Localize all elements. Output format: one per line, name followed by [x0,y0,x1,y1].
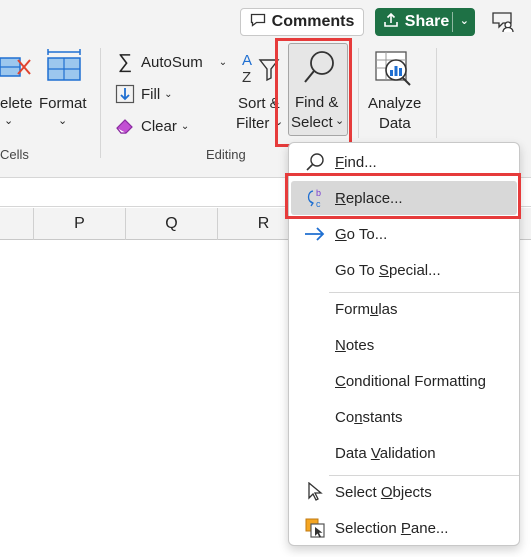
menu-item-label: Replace... [335,189,403,207]
cells-group-label: Cells [0,147,29,162]
svg-text:c: c [316,199,321,209]
menu-item-data-validation[interactable]: Data Validation [289,436,519,470]
clear-button[interactable]: Clear ⌄ [114,114,189,138]
menu-item-constants[interactable]: Constants [289,400,519,434]
menu-item-label: Select Objects [335,483,432,501]
selection-pane-icon [303,516,327,540]
chevron-down-icon: ⌄ [58,115,68,127]
menu-item-find[interactable]: Find... [289,145,519,179]
comments-button[interactable]: Comments [240,8,364,36]
fill-label: Fill [141,85,161,103]
delete-button[interactable]: elete ⌄ [0,48,34,138]
delete-label: elete [0,95,33,112]
column-header-q[interactable]: Q [126,208,218,240]
magnifier-icon [303,50,337,91]
autosum-button[interactable]: ∑ AutoSum ⌄ [114,50,227,74]
replace-icon: b c [303,186,327,210]
ribbon-group-divider [100,48,101,158]
menu-item-label: Find... [335,153,377,171]
coauthoring-icon[interactable] [488,8,518,36]
comments-label: Comments [271,13,355,30]
menu-item-notes[interactable]: Notes [289,328,519,362]
menu-item-formulas[interactable]: Formulas [289,292,519,326]
menu-item-label: Conditional Formatting [335,372,486,390]
menu-item-select-objects[interactable]: Select Objects [289,475,519,509]
cursor-icon [303,480,327,504]
clear-label: Clear [141,117,177,135]
sigma-icon: ∑ [117,50,133,73]
share-icon [383,12,399,33]
chevron-down-icon: ⌄ [274,116,284,128]
find-select-label-line2: Select [291,114,333,131]
menu-item-go-to-special[interactable]: Go To Special... [289,253,519,287]
sort-filter-button[interactable]: A Z Sort & Filter ⌄ [234,48,284,138]
format-cells-icon [46,48,82,89]
column-header-p[interactable]: P [34,208,126,240]
share-button[interactable]: Share ⌄ [375,8,475,36]
analyze-data-button[interactable]: Analyze Data [364,48,426,138]
chevron-down-icon[interactable]: ⌄ [219,57,227,68]
chevron-down-icon: ⌄ [180,120,190,132]
find-select-button[interactable]: Find & Select ⌄ [288,43,348,136]
menu-item-label: Data Validation [335,444,436,462]
analyze-data-icon [374,50,414,91]
ribbon-group-divider [436,48,437,138]
comment-icon [250,13,266,32]
format-button[interactable]: Format ⌄ [37,48,91,138]
fill-down-icon [114,83,136,105]
menu-item-label: Go To Special... [335,261,441,279]
sort-filter-label-line2: Filter [236,115,270,132]
svg-text:b: b [316,188,321,198]
editing-group-label: Editing [206,147,246,162]
eraser-icon [114,115,136,137]
delete-cells-icon [0,48,34,91]
chevron-down-icon: ⌄ [335,115,345,127]
magnifier-icon [303,150,327,174]
sort-filter-icon: A Z [240,50,280,89]
share-label: Share [404,13,450,30]
format-label: Format [39,95,87,112]
menu-item-replace[interactable]: b c Replace... [291,181,517,215]
menu-item-label: Go To... [335,225,388,243]
chevron-down-icon: ⌄ [4,115,14,127]
arrow-right-icon [303,222,327,246]
menu-item-label: Notes [335,336,375,354]
menu-item-label: Selection Pane... [335,519,449,537]
menu-item-selection-pane[interactable]: Selection Pane... [289,511,519,545]
chevron-down-icon[interactable]: ⌄ [460,14,469,27]
fill-button[interactable]: Fill ⌄ [114,82,173,106]
find-select-menu: Find... b c Replace... Go To... Go To Sp… [288,142,520,546]
chevron-down-icon: ⌄ [164,88,173,100]
menu-item-label: Constants [335,408,403,426]
sort-filter-label-line1: Sort & [238,95,280,112]
menu-item-label: Formulas [335,300,398,318]
analyze-data-label-line1: Analyze [368,95,422,112]
share-divider [452,12,453,32]
column-header-o[interactable] [0,208,34,240]
analyze-data-label-line2: Data [379,115,411,132]
autosum-label: AutoSum [141,53,203,71]
menu-item-conditional-formatting[interactable]: Conditional Formatting [289,364,519,398]
find-select-label-line1: Find & [295,94,339,111]
svg-text:A: A [242,52,252,69]
svg-text:Z: Z [242,69,251,84]
ribbon-group-divider [358,48,359,138]
menu-item-go-to[interactable]: Go To... [289,217,519,251]
